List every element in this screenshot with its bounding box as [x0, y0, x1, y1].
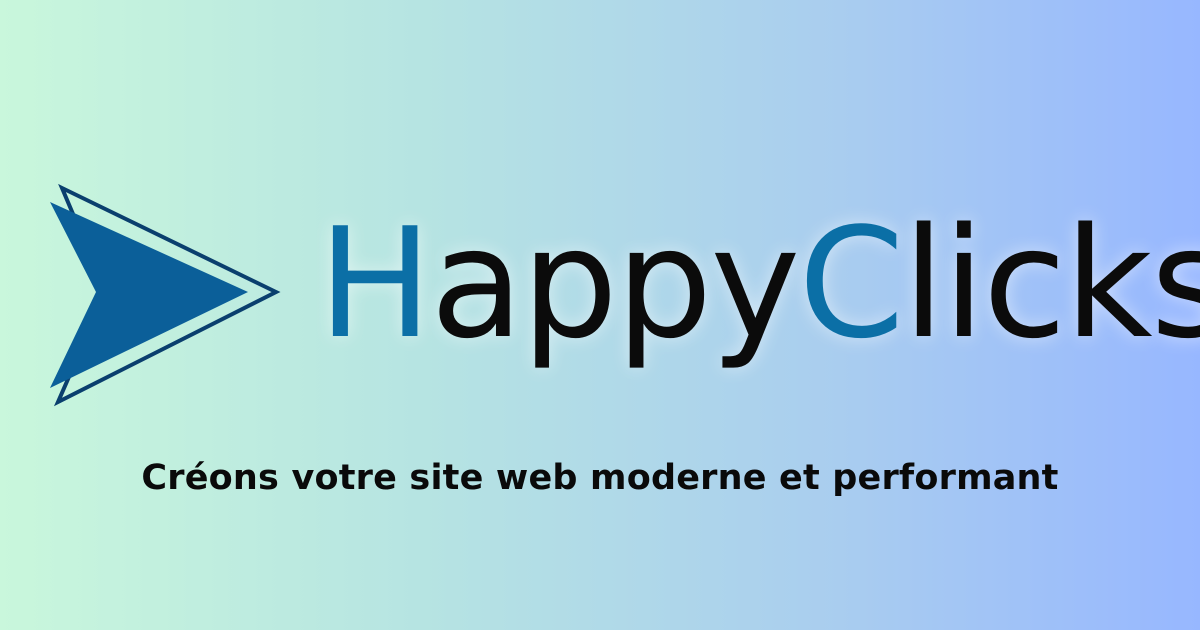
brand-wordmark: Happy Clicks: [318, 208, 1200, 398]
brand-letter-c: C: [798, 195, 904, 372]
logo-arrow-icon: [40, 180, 290, 410]
tagline: Créons votre site web moderne et perform…: [141, 458, 1059, 498]
brand-text-appy: appy: [430, 195, 800, 372]
brand-letter-h: H: [318, 195, 432, 372]
brand-text-licks: licks: [902, 195, 1200, 372]
